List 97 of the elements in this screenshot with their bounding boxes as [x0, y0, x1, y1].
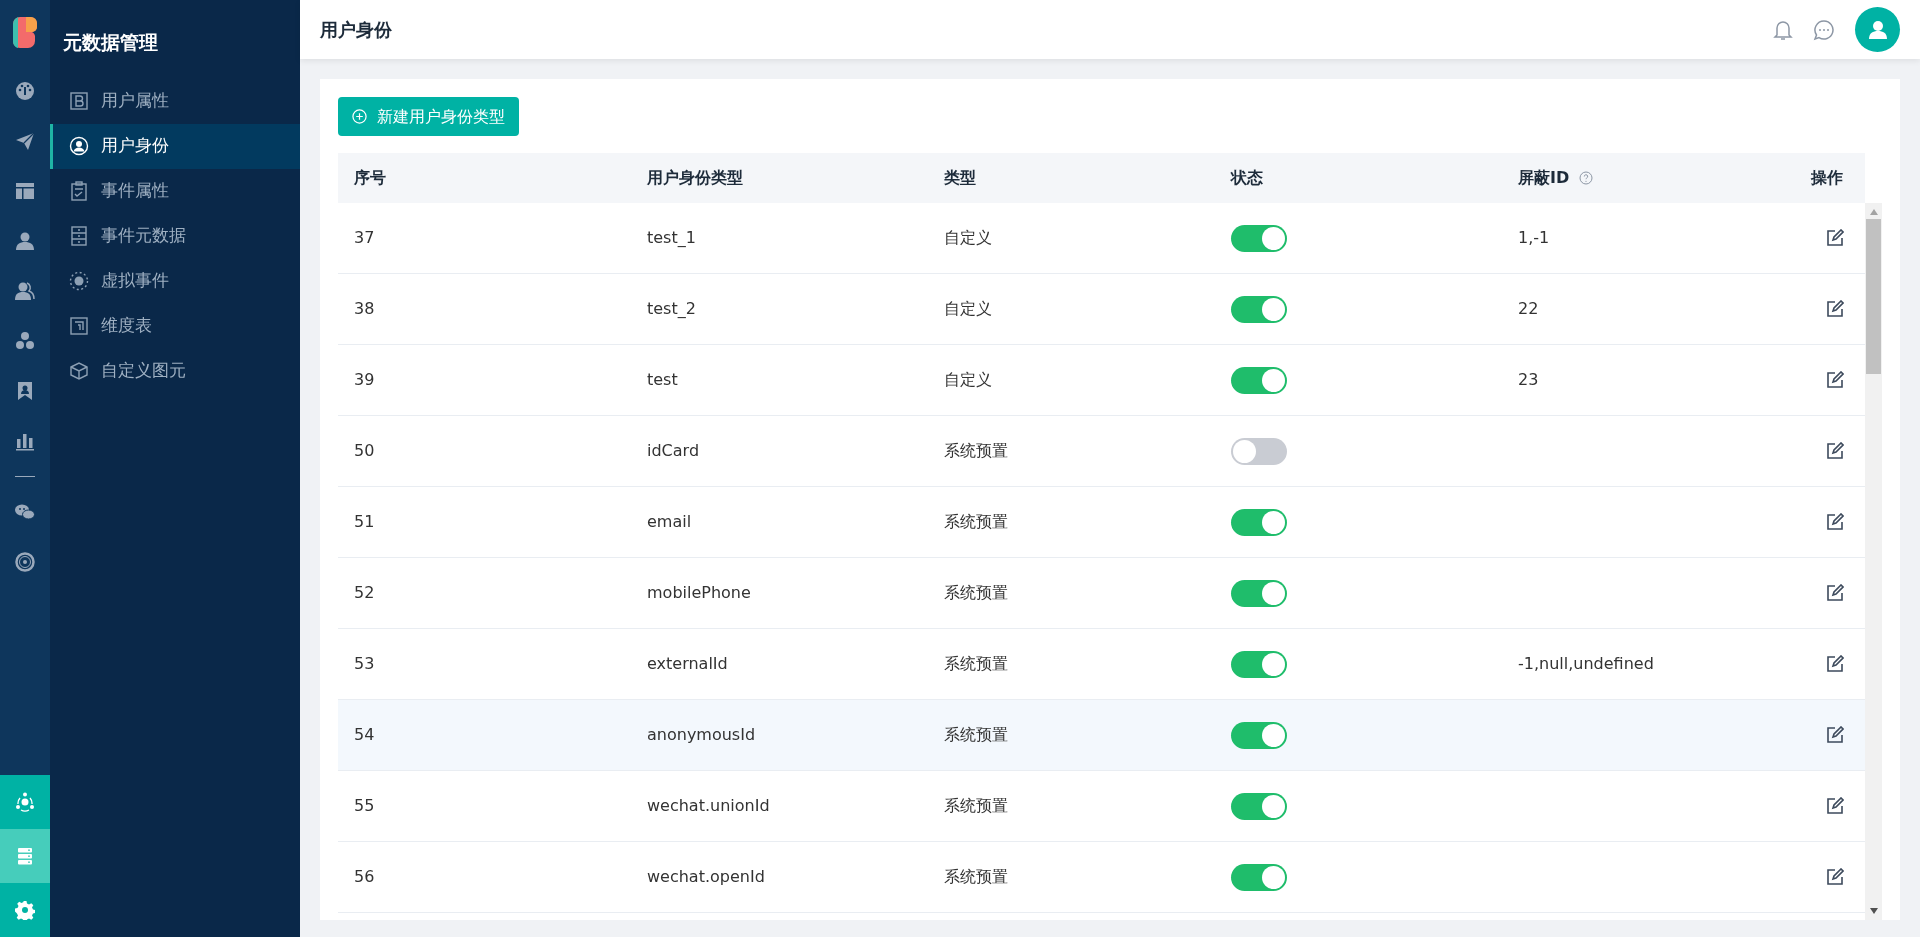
table-cell-text: 22: [1518, 298, 1539, 320]
avatar[interactable]: [1855, 7, 1900, 52]
edit-icon[interactable]: [1826, 229, 1844, 247]
table-frame-icon: [69, 316, 89, 336]
table-cell-text: 56: [354, 866, 375, 888]
table-cell-text: 系统预置: [944, 795, 1008, 817]
toggle-switch[interactable]: [1231, 437, 1287, 465]
table-cell-text: 系统预置: [944, 511, 1008, 533]
page-title: 用户身份: [320, 18, 393, 42]
table-cell-text: 51: [354, 511, 375, 533]
send-icon[interactable]: [15, 131, 35, 151]
cabinet-icon: [69, 226, 89, 246]
table-cell-text: 38: [354, 298, 375, 320]
edit-icon[interactable]: [1826, 513, 1844, 531]
table-cell-text: 自定义: [944, 298, 992, 320]
table-cell-text: email: [647, 511, 692, 533]
bar-chart-icon[interactable]: [15, 431, 35, 451]
user-circle-icon: [69, 136, 89, 156]
cube-icon: [69, 361, 89, 381]
chat-bubbles-icon[interactable]: [15, 502, 35, 522]
column-header: 序号: [354, 167, 386, 189]
table-cell-text: 系统预置: [944, 582, 1008, 604]
table-cell-text: test_2: [647, 298, 696, 320]
column-header: 用户身份类型: [647, 167, 743, 189]
table-cell-text: 23: [1518, 369, 1539, 391]
plus-circle-icon: [352, 109, 367, 124]
sidebar-item[interactable]: 事件元数据: [50, 213, 300, 259]
sidebar-item[interactable]: 用户身份: [50, 123, 300, 169]
bell-icon[interactable]: [1773, 18, 1793, 41]
edit-icon[interactable]: [1826, 655, 1844, 673]
cluster-icon[interactable]: [15, 331, 35, 351]
edit-icon[interactable]: [1826, 371, 1844, 389]
table-cell-text: 53: [354, 653, 375, 675]
table-cell-text: 52: [354, 582, 375, 604]
table-cell-text: idCard: [647, 440, 700, 462]
column-header: 状态: [1231, 167, 1263, 189]
toggle-switch[interactable]: [1231, 579, 1287, 607]
users-icon[interactable]: [15, 281, 35, 301]
sidebar-item[interactable]: 事件属性: [50, 168, 300, 214]
clipboard-check-icon: [69, 181, 89, 201]
toggle-switch[interactable]: [1231, 650, 1287, 678]
table-cell-text: 系统预置: [944, 724, 1008, 746]
scroll-down-icon[interactable]: [1869, 908, 1878, 914]
table-cell-text: 系统预置: [944, 866, 1008, 888]
table-cell-text: 50: [354, 440, 375, 462]
table-cell-text: anonymousId: [647, 724, 756, 746]
table-cell-text: mobilePhone: [647, 582, 751, 604]
edit-icon[interactable]: [1826, 584, 1844, 602]
sidebar-title: 元数据管理: [62, 30, 159, 55]
table-cell-text: 系统预置: [944, 653, 1008, 675]
toggle-switch[interactable]: [1231, 366, 1287, 394]
column-header: 类型: [944, 167, 976, 189]
edit-icon[interactable]: [1826, 726, 1844, 744]
table-cell-text: externalId: [647, 653, 728, 675]
column-header: 屏蔽ID: [1518, 167, 1570, 189]
layout-icon[interactable]: [15, 181, 35, 201]
network-icon: [15, 792, 35, 812]
table-cell-text: 55: [354, 795, 375, 817]
edit-icon[interactable]: [1826, 442, 1844, 460]
target-icon[interactable]: [15, 552, 35, 572]
table-cell-text: 自定义: [944, 227, 992, 249]
column-header: 操作: [1811, 167, 1843, 189]
table-cell-text: -1,null,undefined: [1518, 653, 1654, 675]
chat-icon[interactable]: [1813, 18, 1835, 41]
table-cell-text: 自定义: [944, 369, 992, 391]
sidebar-item[interactable]: 自定义图元: [50, 348, 300, 394]
dotted-circle-icon: [69, 271, 89, 291]
settings-icon: [15, 900, 35, 920]
badge-icon[interactable]: [15, 381, 35, 401]
user-icon[interactable]: [15, 231, 35, 251]
table-cell-text: test: [647, 369, 678, 391]
table-cell-text: 37: [354, 227, 375, 249]
table-cell-text: wechat.openId: [647, 866, 765, 888]
edit-icon[interactable]: [1826, 868, 1844, 886]
toggle-switch[interactable]: [1231, 295, 1287, 323]
table-cell-text: wechat.unionId: [647, 795, 770, 817]
logo-icon: [12, 16, 38, 50]
table-cell-text: test_1: [647, 227, 696, 249]
toggle-switch[interactable]: [1231, 863, 1287, 891]
toggle-switch[interactable]: [1231, 721, 1287, 749]
table-cell-text: 1,-1: [1518, 227, 1550, 249]
sidebar-item[interactable]: 维度表: [50, 303, 300, 349]
edit-icon[interactable]: [1826, 797, 1844, 815]
table-cell-text: 54: [354, 724, 375, 746]
dashboard-icon[interactable]: [15, 81, 35, 101]
sidebar-item[interactable]: 用户属性: [50, 78, 300, 124]
edit-icon[interactable]: [1826, 300, 1844, 318]
b-square-icon: [69, 91, 89, 111]
sidebar-item[interactable]: 虚拟事件: [50, 258, 300, 304]
toggle-switch[interactable]: [1231, 224, 1287, 252]
toggle-switch[interactable]: [1231, 508, 1287, 536]
server-icon: [15, 846, 35, 866]
toggle-switch[interactable]: [1231, 792, 1287, 820]
table-cell-text: 39: [354, 369, 375, 391]
table-cell-text: 系统预置: [944, 440, 1008, 462]
scrollbar-thumb[interactable]: [1866, 219, 1881, 374]
help-icon: [1579, 171, 1594, 185]
